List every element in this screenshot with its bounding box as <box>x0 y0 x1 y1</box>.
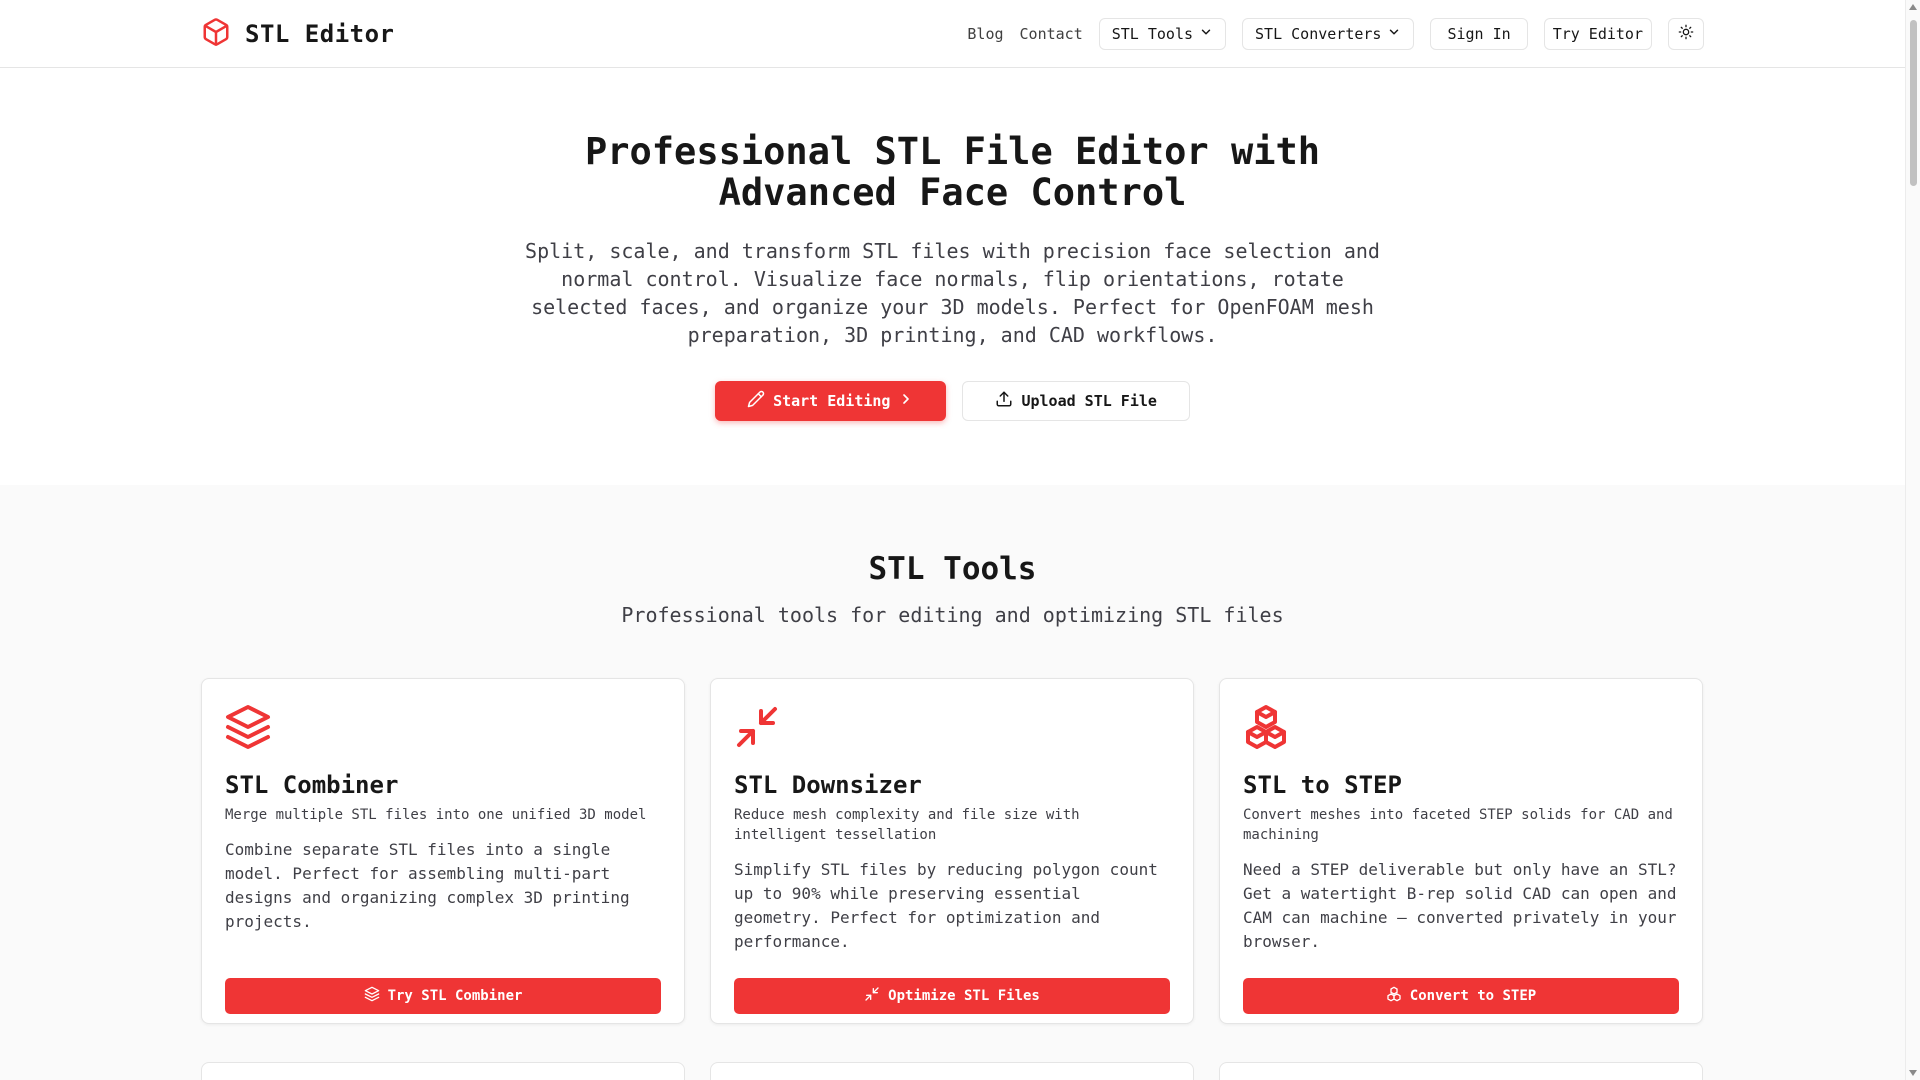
layers-icon <box>224 703 272 751</box>
nav-contact-link[interactable]: Contact <box>1020 25 1083 43</box>
stl-tools-dropdown[interactable]: STL Tools <box>1098 18 1227 50</box>
hero-title: Professional STL File Editor with Advanc… <box>0 131 1905 213</box>
boxes-icon <box>1242 703 1290 751</box>
button-label: Optimize STL Files <box>888 988 1040 1004</box>
boxes-icon <box>1386 986 1402 1006</box>
optimize-stl-button[interactable]: Optimize STL Files <box>734 978 1170 1014</box>
site-header: STL Editor Blog Contact STL Tools STL Co… <box>0 0 1905 68</box>
card-description: Simplify STL files by reducing polygon c… <box>734 860 1158 951</box>
upload-icon <box>995 390 1013 412</box>
shrink-icon <box>733 703 781 751</box>
hero-title-line-1: Professional STL File Editor with <box>584 130 1321 173</box>
stl-tools-label: STL Tools <box>1111 25 1194 43</box>
hero-actions: Start Editing Upload STL File <box>0 381 1905 421</box>
shrink-icon <box>864 986 880 1006</box>
cube-icon <box>201 16 231 52</box>
try-editor-button[interactable]: Try Editor <box>1543 18 1652 50</box>
page-scrollbar[interactable] <box>1905 0 1920 1080</box>
theme-toggle-button[interactable] <box>1668 18 1704 50</box>
tool-card-peek <box>710 1062 1194 1080</box>
sign-in-button[interactable]: Sign In <box>1430 18 1528 50</box>
convert-to-step-button[interactable]: Convert to STEP <box>1243 978 1679 1014</box>
start-editing-label: Start Editing <box>773 392 891 410</box>
card-description: Combine separate STL files into a single… <box>225 840 630 931</box>
button-label: Try STL Combiner <box>387 988 523 1004</box>
chevron-down-icon <box>1387 25 1401 43</box>
card-title: STL to STEP <box>1243 771 1402 799</box>
brand-link[interactable]: STL Editor <box>201 16 395 52</box>
sun-icon <box>1678 24 1694 44</box>
try-stl-combiner-button[interactable]: Try STL Combiner <box>225 978 661 1014</box>
chevron-right-icon <box>898 391 914 411</box>
tool-card-stl-to-step: STL to STEP Convert meshes into faceted … <box>1219 678 1703 1024</box>
stl-converters-label: STL Converters <box>1255 25 1382 43</box>
tools-title: STL Tools <box>868 551 1037 587</box>
nav-blog-link[interactable]: Blog <box>967 25 1003 43</box>
card-tagline: Reduce mesh complexity and file size wit… <box>734 807 1080 843</box>
hero-subtitle: Split, scale, and transform STL files wi… <box>525 239 1380 347</box>
upload-stl-label: Upload STL File <box>1021 392 1157 410</box>
button-label: Convert to STEP <box>1409 988 1537 1004</box>
tools-subtitle: Professional tools for editing and optim… <box>621 603 1284 627</box>
tool-card-downsizer: STL Downsizer Reduce mesh complexity and… <box>710 678 1194 1024</box>
brand-title: STL Editor <box>245 20 395 48</box>
main-nav: Blog Contact STL Tools STL Converters Si… <box>967 18 1704 50</box>
chevron-down-icon <box>1199 25 1213 43</box>
stl-tools-section: STL Tools Professional tools for editing… <box>0 485 1905 1080</box>
card-title: STL Downsizer <box>734 771 922 799</box>
layers-icon <box>364 986 380 1006</box>
card-description: Need a STEP deliverable but only have an… <box>1243 860 1677 951</box>
scroll-up-arrow[interactable] <box>1909 4 1917 10</box>
scroll-down-arrow[interactable] <box>1909 1070 1917 1076</box>
tool-card-peek <box>1219 1062 1703 1080</box>
card-tagline: Merge multiple STL files into one unifie… <box>225 807 647 823</box>
card-title: STL Combiner <box>225 771 399 799</box>
scrollbar-thumb[interactable] <box>1910 20 1917 186</box>
stl-converters-dropdown[interactable]: STL Converters <box>1242 18 1415 50</box>
tool-card-peek <box>201 1062 685 1080</box>
hero-title-line-2: Advanced Face Control <box>718 171 1187 214</box>
start-editing-button[interactable]: Start Editing <box>715 381 947 421</box>
pencil-icon <box>747 390 765 412</box>
hero-section: Professional STL File Editor with Advanc… <box>0 69 1905 485</box>
card-tagline: Convert meshes into faceted STEP solids … <box>1243 807 1673 843</box>
header-inner: STL Editor Blog Contact STL Tools STL Co… <box>201 0 1704 68</box>
tool-card-combiner: STL Combiner Merge multiple STL files in… <box>201 678 685 1024</box>
upload-stl-button[interactable]: Upload STL File <box>962 381 1190 421</box>
